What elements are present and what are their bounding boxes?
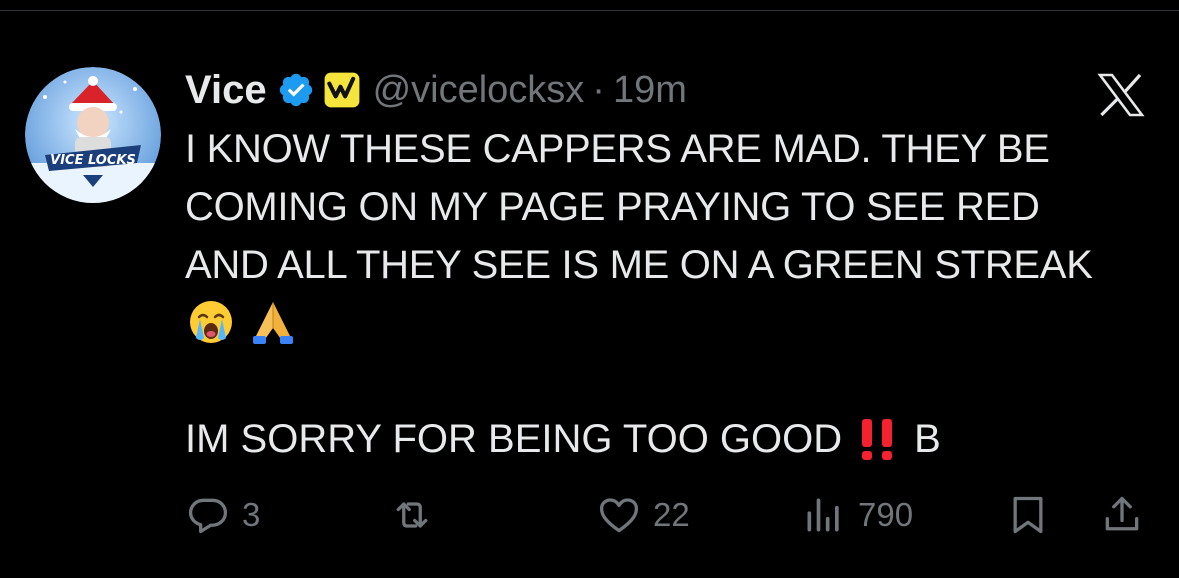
reply-button[interactable]: 3	[186, 490, 260, 540]
display-name[interactable]: Vice	[185, 68, 267, 113]
emoji-row	[187, 298, 297, 350]
views-button[interactable]: 790	[802, 490, 913, 540]
action-bar: 3 22 790	[0, 490, 1179, 540]
folded-hands-emoji	[253, 302, 293, 344]
separator-dot: ·	[592, 68, 605, 111]
handle[interactable]: @vicelocksx	[373, 69, 585, 112]
tweet-line: AND ALL THEY SEE IS ME ON A GREEN STREAK	[185, 243, 1093, 287]
retweet-button[interactable]	[390, 490, 446, 540]
bookmark-icon	[1013, 496, 1043, 534]
reply-icon	[188, 498, 228, 534]
tweet-line: IM SORRY FOR BEING TOO GOOD	[185, 416, 843, 461]
views-chart-icon	[807, 498, 839, 532]
avatar[interactable]: VICE LOCKS	[25, 67, 161, 203]
tweet-line: COMING ON MY PAGE PRAYING TO SEE RED	[185, 185, 1040, 229]
tweet-line: I KNOW THESE CAPPERS ARE MAD. THEY BE	[185, 127, 1050, 171]
avatar-label: VICE LOCKS	[50, 153, 136, 168]
tweet-text: I KNOW THESE CAPPERS ARE MAD. THEY BE CO…	[185, 120, 1175, 294]
tweet-last-line: IM SORRY FOR BEING TOO GOOD B	[185, 410, 941, 468]
top-divider	[0, 10, 1179, 11]
share-icon	[1105, 496, 1139, 531]
share-button[interactable]	[1100, 490, 1144, 540]
retweet-icon	[396, 502, 428, 528]
x-logo-icon	[1097, 73, 1145, 117]
avatar-image: VICE LOCKS	[25, 67, 161, 203]
like-count: 22	[653, 496, 690, 533]
heart-icon	[599, 498, 639, 533]
bookmark-button[interactable]	[1006, 490, 1050, 540]
reply-count: 3	[242, 496, 261, 533]
affiliate-badge-icon[interactable]	[323, 71, 361, 109]
like-button[interactable]: 22	[597, 490, 690, 540]
tweet-line: B	[914, 416, 941, 461]
double-exclamation-emoji	[856, 417, 900, 461]
loudly-crying-face-emoji	[190, 301, 232, 343]
views-count: 790	[858, 496, 914, 533]
timestamp[interactable]: 19m	[613, 69, 687, 112]
verified-badge-icon[interactable]	[277, 71, 315, 109]
tweet-header: Vice @vicelocksx · 19m	[185, 62, 687, 118]
